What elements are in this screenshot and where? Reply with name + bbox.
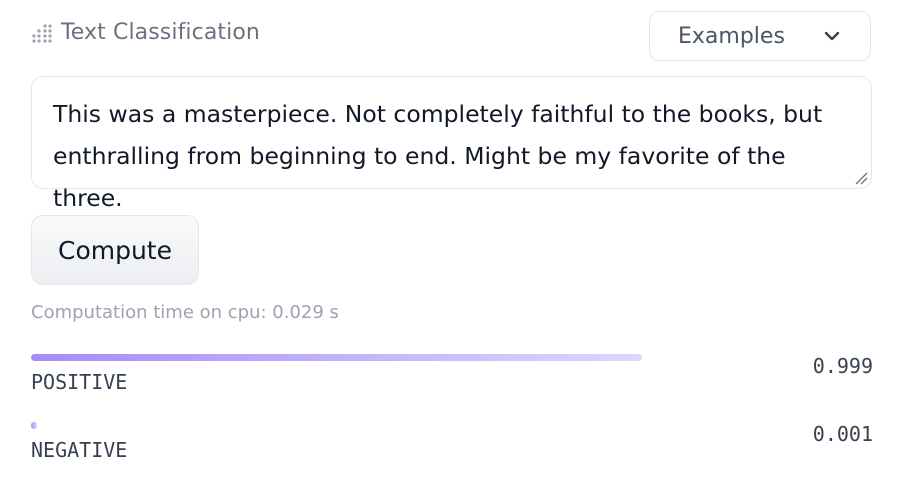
chevron-down-icon: [822, 26, 842, 46]
result-label: POSITIVE: [31, 370, 128, 394]
score-bar-track: [31, 422, 643, 429]
dotted-grid-icon: [31, 22, 53, 44]
result-score: 0.999: [812, 354, 873, 378]
task-title: Text Classification: [61, 20, 260, 45]
score-bar-track: [31, 354, 643, 361]
compute-label: Compute: [57, 235, 172, 265]
score-bar: [31, 354, 643, 361]
resize-handle-icon[interactable]: [854, 171, 868, 185]
input-text: This was a masterpiece. Not completely f…: [53, 100, 823, 212]
widget-header: Text Classification: [31, 20, 260, 45]
examples-dropdown[interactable]: Examples: [649, 11, 871, 61]
examples-label: Examples: [678, 23, 785, 49]
score-bar: [31, 422, 37, 429]
computation-time: Computation time on cpu: 0.029 s: [31, 302, 339, 323]
result-label: NEGATIVE: [31, 438, 128, 462]
result-score: 0.001: [812, 422, 873, 446]
input-textarea[interactable]: This was a masterpiece. Not completely f…: [31, 76, 872, 212]
compute-button[interactable]: Compute: [31, 215, 199, 285]
